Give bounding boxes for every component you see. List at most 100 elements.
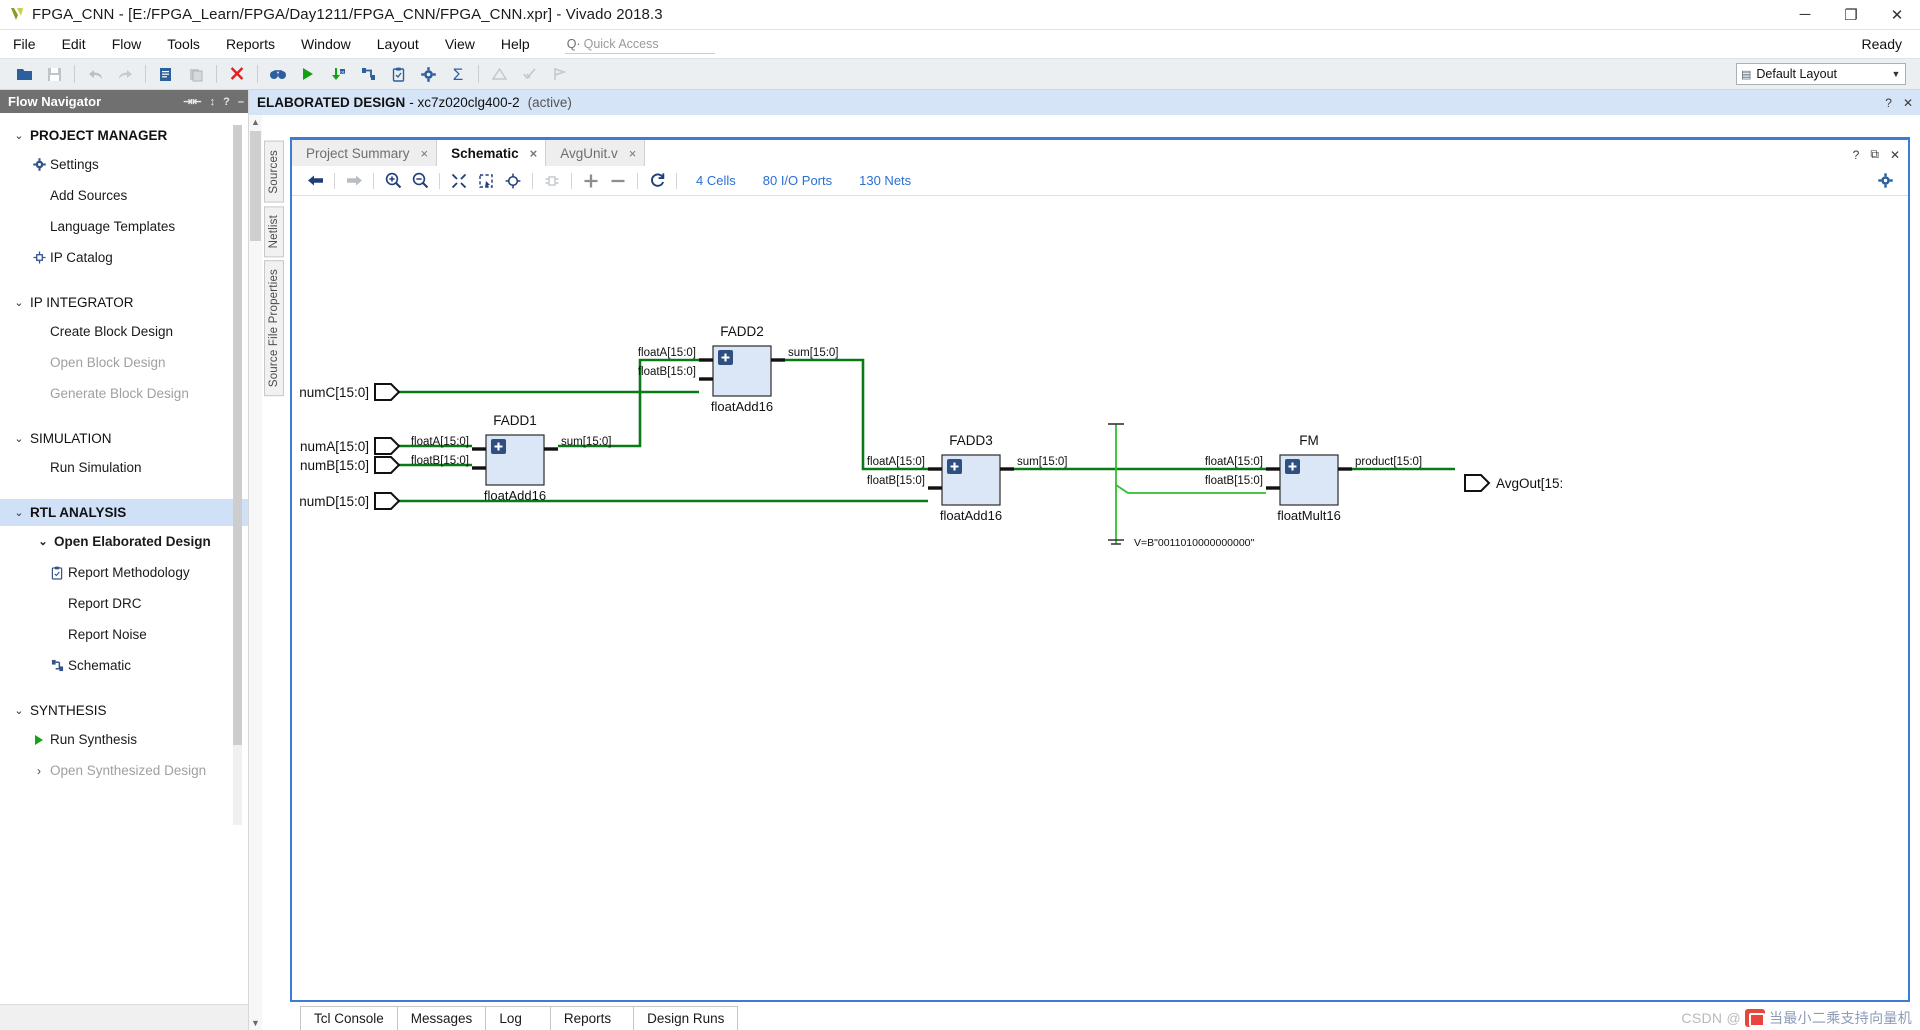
menu-reports[interactable]: Reports — [213, 30, 288, 58]
stat-cells[interactable]: 4 Cells — [696, 173, 736, 188]
schematic-cell-fadd2[interactable]: FADD2 floatA[15:0] floatB[15:0] sum[15:0] fl… — [638, 324, 839, 414]
chevron-down-icon[interactable]: ⌄ — [8, 296, 30, 309]
tab-project-summary[interactable]: Project Summary × — [292, 140, 438, 166]
scrollbar-thumb[interactable] — [250, 131, 261, 241]
tab-reports[interactable]: Reports — [549, 1006, 635, 1030]
sidebar-item-report-methodology[interactable]: Report Methodology — [0, 557, 248, 588]
search-icon[interactable] — [264, 61, 292, 87]
wire-fadd2-sum-to-fadd3-floata[interactable] — [785, 358, 928, 471]
chevron-down-icon[interactable]: ▼ — [1887, 64, 1905, 84]
stat-nets[interactable]: 130 Nets — [859, 173, 911, 188]
settings-gear-icon[interactable] — [414, 61, 442, 87]
copy-icon[interactable] — [152, 61, 180, 87]
schematic-cell-fadd1[interactable]: FADD1 floatA[15:0] floatB[15:0] sum[15:0] fl… — [411, 413, 612, 503]
side-tab-netlist[interactable]: Netlist — [264, 205, 284, 257]
maximize-button[interactable]: ❐ — [1828, 0, 1874, 30]
tab-design-runs[interactable]: Design Runs — [633, 1006, 739, 1030]
menu-edit[interactable]: Edit — [49, 30, 99, 58]
zoom-fit-icon[interactable] — [446, 169, 472, 193]
close-icon[interactable]: ✕ — [1890, 148, 1900, 162]
minimize-button[interactable]: ─ — [1782, 0, 1828, 30]
chevron-right-icon[interactable]: › — [28, 764, 50, 778]
sidebar-item-create-block-design[interactable]: Create Block Design — [0, 316, 248, 347]
sidebar-item-run-synthesis[interactable]: Run Synthesis — [0, 724, 248, 755]
schematic-cell-fadd3[interactable]: FADD3 floatA[15:0] floatB[15:0] sum[15:0] fl… — [867, 433, 1068, 523]
sidebar-item-report-noise[interactable]: Report Noise — [0, 619, 248, 650]
input-port-numb[interactable]: numB[15:0] — [300, 456, 401, 474]
scroll-down-icon[interactable]: ▼ — [249, 1016, 262, 1030]
zoom-area-icon[interactable] — [473, 169, 499, 193]
back-arrow-icon[interactable] — [302, 169, 328, 193]
chevron-down-icon[interactable]: ⌄ — [8, 432, 30, 445]
input-port-numc[interactable]: numC[15:0] — [299, 383, 401, 401]
input-port-numa[interactable]: numA[15:0] — [300, 437, 401, 455]
flow-navigator-scrollbar[interactable] — [233, 125, 242, 825]
sidebar-item-settings[interactable]: Settings — [0, 149, 248, 180]
layout-select[interactable]: ▤ Default Layout ▼ — [1736, 63, 1906, 85]
sidebar-section-synthesis[interactable]: ⌄ SYNTHESIS — [0, 697, 248, 724]
layout-flow-icon[interactable] — [354, 61, 382, 87]
sidebar-item-report-drc[interactable]: Report DRC — [0, 588, 248, 619]
reload-icon[interactable] — [644, 169, 670, 193]
sidebar-item-add-sources[interactable]: Add Sources — [0, 180, 248, 211]
help-icon[interactable]: ? — [223, 96, 230, 108]
quick-access-search[interactable]: Q· Quick Access — [564, 35, 715, 54]
expand-collapse-icon[interactable]: ↕ — [210, 96, 216, 108]
tab-avgunit-v[interactable]: AvgUnit.v × — [546, 140, 646, 166]
sidebar-section-project-manager[interactable]: ⌄ PROJECT MANAGER — [0, 122, 248, 149]
download-bitstream-icon[interactable]: 01 — [324, 61, 352, 87]
plus-icon[interactable] — [578, 169, 604, 193]
schematic-cell-fm[interactable]: FM floatA[15:0] floatB[15:0] product[15:0] f… — [1205, 433, 1422, 523]
tab-log[interactable]: Log — [485, 1006, 551, 1030]
chevron-down-icon[interactable]: ⌄ — [8, 704, 30, 717]
tab-messages[interactable]: Messages — [396, 1006, 487, 1030]
side-tab-source-file-properties[interactable]: Source File Properties — [264, 259, 284, 397]
delete-icon[interactable] — [223, 61, 251, 87]
menu-file[interactable]: File — [0, 30, 49, 58]
side-tab-sources[interactable]: Sources — [264, 141, 284, 203]
menu-layout[interactable]: Layout — [364, 30, 432, 58]
chevron-down-icon[interactable]: ⌄ — [32, 535, 54, 548]
schematic-canvas[interactable]: FADD1 floatA[15:0] floatB[15:0] sum[15:0] fl… — [292, 196, 1908, 1000]
schematic-drawing[interactable]: FADD1 floatA[15:0] floatB[15:0] sum[15:0] fl… — [292, 196, 1562, 756]
sidebar-item-run-simulation[interactable]: Run Simulation — [0, 452, 248, 483]
save-project-icon[interactable] — [40, 61, 68, 87]
float-window-icon[interactable]: ⧉ — [1870, 147, 1879, 162]
menu-view[interactable]: View — [432, 30, 488, 58]
collapse-all-icon[interactable]: ⇥⇤ — [183, 95, 201, 108]
scrollbar-thumb[interactable] — [233, 125, 242, 745]
close-icon[interactable]: ✕ — [1903, 96, 1913, 110]
zoom-in-icon[interactable] — [380, 169, 406, 193]
panel-scrollbar[interactable]: ▲ ▼ — [249, 115, 262, 1030]
tab-schematic[interactable]: Schematic × — [437, 140, 547, 166]
input-port-numd[interactable]: numD[15:0] — [299, 492, 401, 510]
sigma-icon[interactable]: Σ — [444, 61, 472, 87]
scroll-up-icon[interactable]: ▲ — [249, 115, 262, 129]
tab-tcl-console[interactable]: Tcl Console — [300, 1006, 398, 1030]
gear-icon[interactable] — [1872, 169, 1898, 193]
undo-icon[interactable] — [81, 61, 109, 87]
sidebar-item-open-elaborated-design[interactable]: ⌄ Open Elaborated Design — [0, 526, 248, 557]
menu-help[interactable]: Help — [488, 30, 543, 58]
chevron-down-icon[interactable]: ⌄ — [8, 129, 30, 142]
open-project-icon[interactable] — [10, 61, 38, 87]
sidebar-section-simulation[interactable]: ⌄ SIMULATION — [0, 425, 248, 452]
sidebar-item-ip-catalog[interactable]: IP Catalog — [0, 242, 248, 273]
help-icon[interactable]: ? — [1853, 148, 1860, 162]
menu-tools[interactable]: Tools — [154, 30, 213, 58]
report-icon[interactable] — [384, 61, 412, 87]
sidebar-item-language-templates[interactable]: Language Templates — [0, 211, 248, 242]
minus-icon[interactable] — [605, 169, 631, 193]
run-icon[interactable] — [294, 61, 322, 87]
redo-icon[interactable] — [111, 61, 139, 87]
stat-io-ports[interactable]: 80 I/O Ports — [763, 173, 832, 188]
crosshair-icon[interactable] — [500, 169, 526, 193]
minimize-panel-icon[interactable]: – — [238, 96, 244, 108]
menu-window[interactable]: Window — [288, 30, 364, 58]
sidebar-item-schematic[interactable]: Schematic — [0, 650, 248, 681]
close-button[interactable]: ✕ — [1874, 0, 1920, 30]
sidebar-section-ip-integrator[interactable]: ⌄ IP INTEGRATOR — [0, 289, 248, 316]
output-port-avgout[interactable]: AvgOut[15:0] — [1464, 474, 1562, 492]
close-icon[interactable]: × — [629, 146, 637, 161]
sidebar-section-rtl-analysis[interactable]: ⌄ RTL ANALYSIS — [0, 499, 248, 526]
